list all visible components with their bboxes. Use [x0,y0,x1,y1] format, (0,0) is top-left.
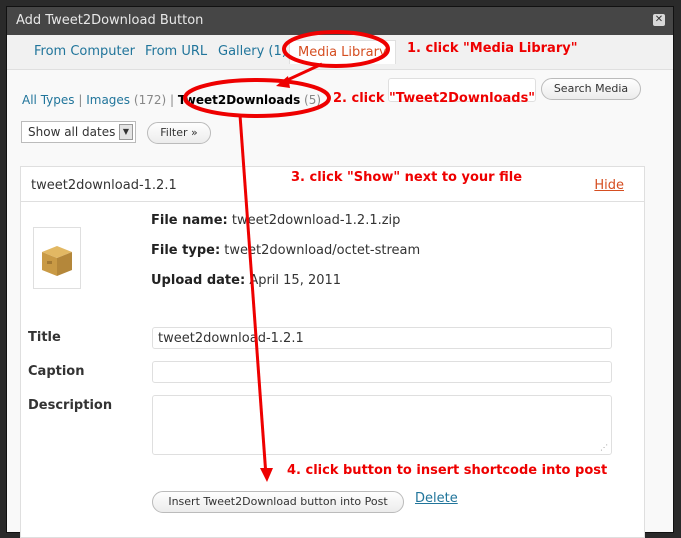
file-name-row: File name: tweet2download-1.2.1.zip [151,213,400,228]
filter-images-count: (172) [133,93,167,107]
caption-field[interactable] [152,361,612,383]
upload-date-row: Upload date: April 15, 2011 [151,273,341,288]
title-label: Title [28,330,61,345]
file-type-label: File type: [151,243,221,258]
search-media-button[interactable]: Search Media [541,78,641,100]
media-item-name: tweet2download-1.2.1 [31,178,177,193]
title-field[interactable]: tweet2download-1.2.1 [152,327,612,349]
annotation-step-4: 4. click button to insert shortcode into… [287,463,608,478]
annotation-step-1: 1. click "Media Library" [407,41,578,56]
file-type-value: tweet2download/octet-stream [224,243,421,258]
file-name-value: tweet2download-1.2.1.zip [231,213,401,228]
filter-tweet2downloads-count: (5) [304,93,322,107]
delete-link[interactable]: Delete [415,491,458,506]
filter-tweet2downloads[interactable]: Tweet2Downloads [178,93,300,107]
close-icon[interactable]: ✕ [653,14,665,26]
media-item: tweet2download-1.2.1 Hide File name: twe… [20,166,645,538]
date-select[interactable]: Show all dates ▼ [21,121,136,143]
tab-media-library[interactable]: Media Library [289,40,396,64]
annotation-step-2: 2. click "Tweet2Downloads" [333,91,536,106]
annotation-step-3: 3. click "Show" next to your file [291,170,523,185]
filter-all-types[interactable]: All Types [22,93,75,107]
description-field[interactable] [152,395,612,455]
description-label: Description [28,398,113,413]
upload-date-value: April 15, 2011 [249,273,342,288]
dialog-title: Add Tweet2Download Button [16,13,204,28]
date-select-value: Show all dates [28,125,116,139]
type-filters: All Types | Images (172) | Tweet2Downloa… [22,93,321,107]
tab-gallery[interactable]: Gallery (1) [218,44,287,59]
filter-button[interactable]: Filter » [147,122,211,144]
chevron-down-icon: ▼ [119,124,133,140]
tab-from-computer[interactable]: From Computer [34,44,135,59]
filter-separator: | [78,93,83,107]
hide-link[interactable]: Hide [594,178,624,193]
resize-grip-icon[interactable]: ⋰ [600,443,608,452]
upload-date-label: Upload date: [151,273,246,288]
caption-label: Caption [28,364,85,379]
filter-images[interactable]: Images [86,93,130,107]
file-type-row: File type: tweet2download/octet-stream [151,243,420,258]
insert-into-post-button[interactable]: Insert Tweet2Download button into Post [152,491,404,513]
media-dialog: Add Tweet2Download Button ✕ From Compute… [6,6,674,538]
package-box-icon [33,227,81,289]
filter-separator: | [170,93,175,107]
tab-from-url[interactable]: From URL [145,44,207,59]
file-name-label: File name: [151,213,228,228]
dialog-titlebar: Add Tweet2Download Button ✕ [7,7,673,35]
